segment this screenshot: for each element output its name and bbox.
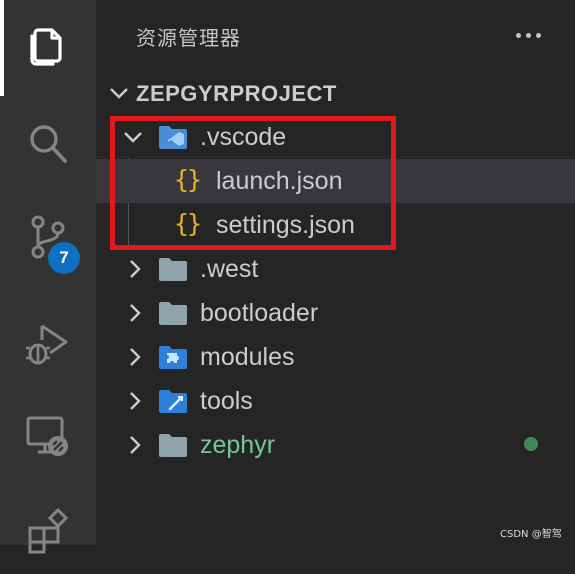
activity-run-debug[interactable] bbox=[0, 298, 96, 386]
tree-folder-bootloader[interactable]: bootloader bbox=[96, 291, 575, 335]
folder-icon bbox=[159, 302, 187, 325]
activity-explorer[interactable] bbox=[0, 0, 96, 96]
tree-folder-modules[interactable]: modules bbox=[96, 335, 575, 379]
run-debug-icon bbox=[26, 324, 68, 365]
chevron-right-icon bbox=[130, 304, 141, 322]
tree-label: .west bbox=[200, 255, 259, 283]
tree-folder-tools[interactable]: tools bbox=[96, 379, 575, 423]
chevron-right-icon bbox=[130, 436, 141, 454]
activity-bar: 7 bbox=[0, 0, 96, 554]
activity-search[interactable] bbox=[0, 100, 96, 188]
chevron-down-icon bbox=[110, 88, 128, 99]
tree-label: tools bbox=[200, 387, 253, 415]
explorer-sidebar: 资源管理器 ZEPGYRPROJECT .vscode {} launch.js… bbox=[96, 0, 575, 545]
extensions-icon bbox=[28, 507, 69, 554]
chevron-right-icon bbox=[130, 348, 141, 366]
folder-icon bbox=[159, 434, 187, 457]
project-header[interactable]: ZEPGYRPROJECT bbox=[96, 76, 575, 110]
folder-icon bbox=[159, 258, 187, 281]
more-actions-icon[interactable] bbox=[516, 24, 542, 48]
project-name: ZEPGYRPROJECT bbox=[136, 81, 337, 106]
tree-folder-zephyr[interactable]: zephyr bbox=[96, 423, 575, 467]
chevron-right-icon bbox=[130, 392, 141, 410]
modules-folder-icon bbox=[159, 346, 187, 369]
watermark-text: CSDN @智驾 bbox=[500, 529, 562, 540]
tree-label: modules bbox=[200, 343, 295, 371]
remote-explorer-icon bbox=[26, 416, 68, 456]
tools-folder-icon bbox=[159, 390, 187, 413]
explorer-files-icon bbox=[30, 28, 62, 66]
explorer-title: 资源管理器 bbox=[136, 26, 241, 50]
activity-extensions[interactable] bbox=[0, 486, 96, 574]
git-modified-dot bbox=[524, 437, 538, 451]
source-control-badge: 7 bbox=[48, 242, 80, 274]
tree-label: bootloader bbox=[200, 299, 319, 327]
tree-folder-west[interactable]: .west bbox=[96, 247, 575, 291]
tree-label: zephyr bbox=[200, 431, 276, 459]
activity-source-control[interactable] bbox=[0, 192, 96, 280]
search-icon bbox=[30, 125, 67, 163]
highlight-annotation-box bbox=[110, 116, 396, 250]
chevron-right-icon bbox=[130, 260, 141, 278]
activity-remote-explorer[interactable] bbox=[0, 392, 96, 480]
